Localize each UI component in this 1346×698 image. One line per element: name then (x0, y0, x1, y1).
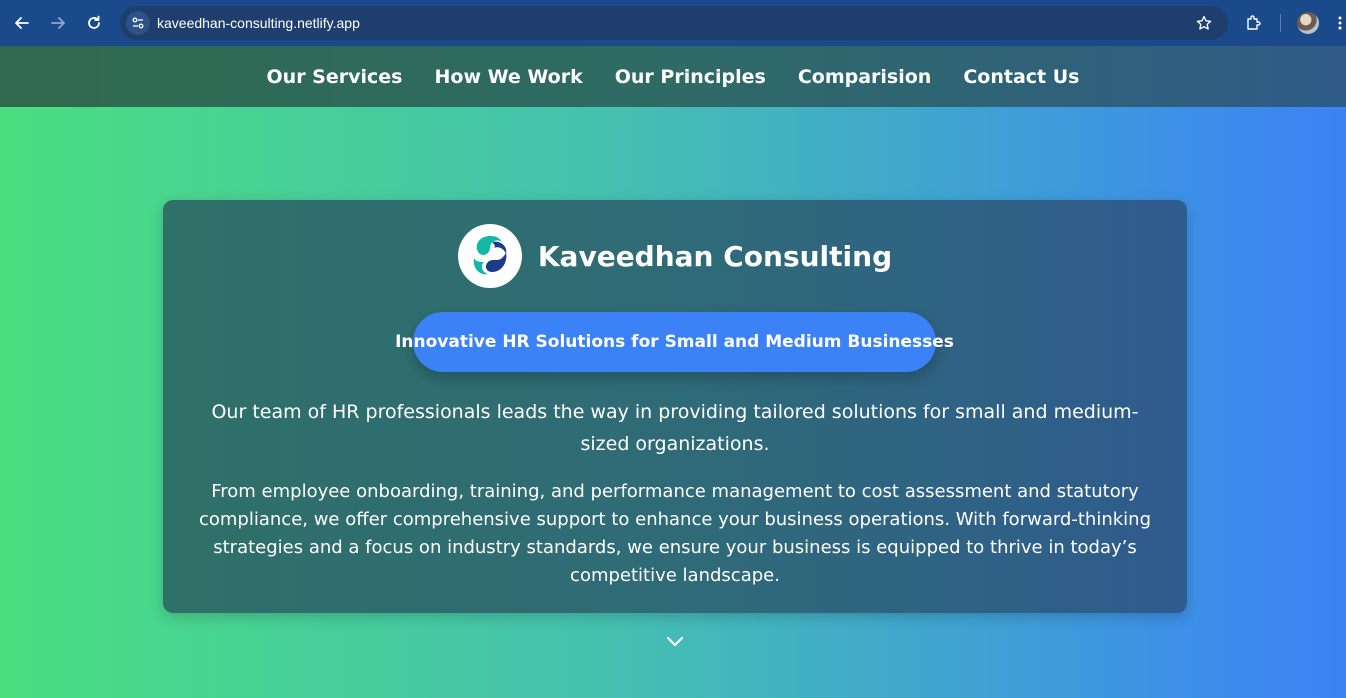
logo-swirl-icon (473, 236, 507, 275)
site-navigation: Our Services How We Work Our Principles … (0, 46, 1346, 107)
more-menu-icon[interactable] (1334, 11, 1346, 35)
company-logo (457, 224, 522, 288)
nav-link-how-we-work[interactable]: How We Work (434, 66, 582, 88)
nav-link-contact-us[interactable]: Contact Us (963, 66, 1079, 88)
back-arrow-icon[interactable] (10, 11, 34, 35)
chevron-down-icon[interactable] (663, 630, 687, 652)
brand-row: Kaveedhan Consulting (163, 224, 1187, 288)
nav-link-our-principles[interactable]: Our Principles (615, 66, 766, 88)
hero-card: Kaveedhan Consulting Innovative HR Solut… (163, 200, 1187, 613)
toolbar-separator (1280, 14, 1281, 32)
reload-icon[interactable] (82, 11, 106, 35)
services-paragraph: From employee onboarding, training, and … (198, 481, 1151, 586)
site-settings-icon[interactable] (126, 11, 150, 35)
intro-paragraph: Our team of HR professionals leads the w… (211, 401, 1139, 455)
browser-toolbar: kaveedhan-consulting.netlify.app (0, 0, 1346, 46)
extensions-icon[interactable] (1242, 11, 1266, 35)
url-text: kaveedhan-consulting.netlify.app (157, 15, 360, 31)
nav-link-comparision[interactable]: Comparision (798, 66, 932, 88)
bookmark-star-icon[interactable] (1192, 11, 1216, 35)
profile-avatar[interactable] (1297, 12, 1319, 34)
tagline-badge: Innovative HR Solutions for Small and Me… (395, 312, 954, 372)
address-bar[interactable]: kaveedhan-consulting.netlify.app (120, 6, 1228, 40)
forward-arrow-icon[interactable] (46, 11, 70, 35)
brand-name: Kaveedhan Consulting (537, 239, 893, 273)
nav-link-our-services[interactable]: Our Services (267, 66, 403, 88)
